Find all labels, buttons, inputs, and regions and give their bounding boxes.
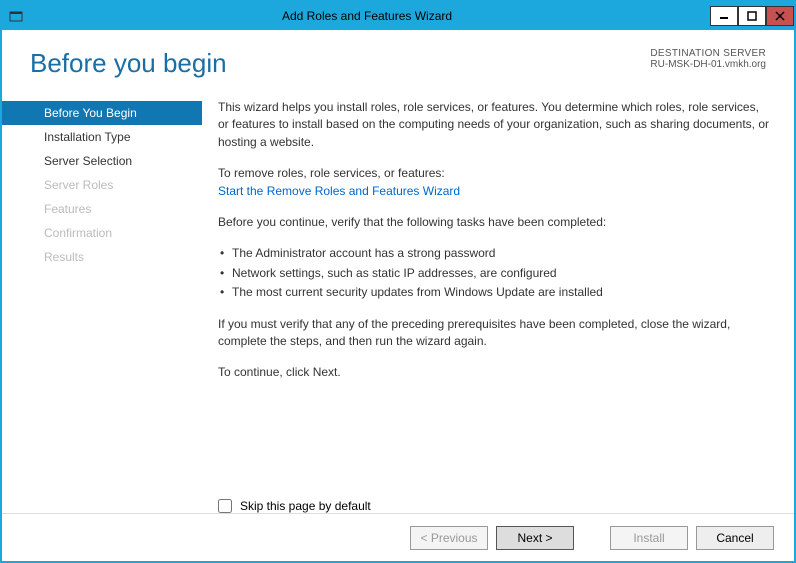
install-button: Install <box>610 526 688 550</box>
must-verify-text: If you must verify that any of the prece… <box>218 316 770 351</box>
list-item: Network settings, such as static IP addr… <box>218 265 770 282</box>
app-icon <box>8 8 24 24</box>
nav-before-you-begin[interactable]: Before You Begin <box>2 101 202 125</box>
nav-results: Results <box>2 245 202 269</box>
body: Before You Begin Installation Type Serve… <box>2 89 794 459</box>
sidebar: Before You Begin Installation Type Serve… <box>2 99 202 459</box>
destination-label: DESTINATION SERVER <box>650 48 766 59</box>
destination-value: RU-MSK-DH-01.vmkh.org <box>650 59 766 70</box>
remove-label: To remove roles, role services, or featu… <box>218 165 770 182</box>
nav-installation-type[interactable]: Installation Type <box>2 125 202 149</box>
content-panel: This wizard helps you install roles, rol… <box>202 99 770 459</box>
skip-row: Skip this page by default <box>218 499 794 513</box>
maximize-button[interactable] <box>738 6 766 26</box>
nav-server-selection[interactable]: Server Selection <box>2 149 202 173</box>
verify-intro: Before you continue, verify that the fol… <box>218 214 770 231</box>
titlebar: Add Roles and Features Wizard <box>2 2 794 30</box>
close-button[interactable] <box>766 6 794 26</box>
header: Before you begin DESTINATION SERVER RU-M… <box>2 30 794 89</box>
wizard-window: Add Roles and Features Wizard Before you… <box>0 0 796 563</box>
prerequisite-list: The Administrator account has a strong p… <box>218 245 770 301</box>
nav-confirmation: Confirmation <box>2 221 202 245</box>
list-item: The Administrator account has a strong p… <box>218 245 770 262</box>
continue-hint: To continue, click Next. <box>218 364 770 381</box>
intro-text: This wizard helps you install roles, rol… <box>218 99 770 151</box>
window-title: Add Roles and Features Wizard <box>24 9 710 23</box>
main-area: Before you begin DESTINATION SERVER RU-M… <box>2 30 794 561</box>
page-title: Before you begin <box>30 48 227 79</box>
previous-button: < Previous <box>410 526 488 550</box>
nav-server-roles: Server Roles <box>2 173 202 197</box>
minimize-button[interactable] <box>710 6 738 26</box>
skip-checkbox[interactable] <box>218 499 232 513</box>
nav-features: Features <box>2 197 202 221</box>
window-controls <box>710 6 794 26</box>
destination-server: DESTINATION SERVER RU-MSK-DH-01.vmkh.org <box>650 48 766 70</box>
skip-label: Skip this page by default <box>240 499 371 513</box>
list-item: The most current security updates from W… <box>218 284 770 301</box>
remove-roles-link[interactable]: Start the Remove Roles and Features Wiza… <box>218 184 460 198</box>
next-button[interactable]: Next > <box>496 526 574 550</box>
footer: < Previous Next > Install Cancel <box>2 513 794 561</box>
cancel-button[interactable]: Cancel <box>696 526 774 550</box>
